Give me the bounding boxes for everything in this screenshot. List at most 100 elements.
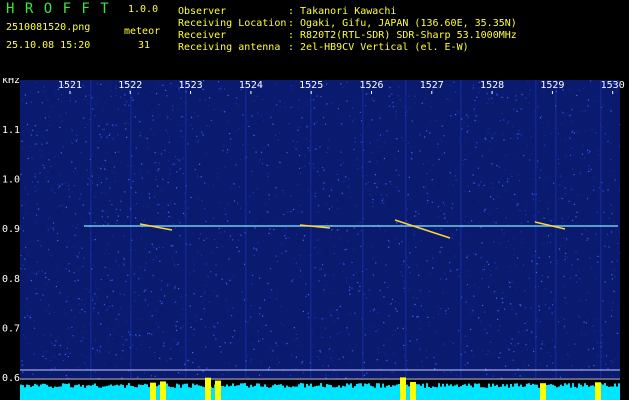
noise-speck bbox=[30, 134, 33, 136]
noise-speck bbox=[485, 138, 487, 141]
noise-speck bbox=[326, 103, 328, 105]
noise-speck bbox=[509, 173, 512, 175]
noise-speck bbox=[167, 203, 169, 205]
noise-speck bbox=[82, 204, 84, 206]
noise-speck bbox=[96, 83, 98, 85]
noise-speck bbox=[149, 311, 151, 313]
noise-speck bbox=[352, 107, 354, 109]
noise-speck bbox=[276, 345, 278, 347]
noise-speck bbox=[199, 163, 201, 165]
level-spike bbox=[592, 385, 594, 390]
noise-speck bbox=[250, 359, 252, 361]
noise-speck bbox=[224, 111, 226, 113]
noise-speck bbox=[36, 82, 38, 84]
noise-speck bbox=[183, 201, 185, 203]
noise-speck bbox=[401, 241, 403, 243]
noise-speck bbox=[528, 93, 530, 95]
noise-speck bbox=[65, 206, 67, 208]
noise-speck bbox=[391, 93, 393, 95]
noise-speck bbox=[84, 362, 86, 364]
noise-speck bbox=[59, 185, 61, 187]
noise-speck bbox=[236, 97, 238, 99]
noise-speck bbox=[228, 362, 230, 364]
noise-speck bbox=[25, 102, 28, 104]
noise-speck bbox=[384, 281, 386, 284]
noise-speck bbox=[193, 264, 196, 266]
noise-speck bbox=[611, 375, 613, 377]
noise-speck bbox=[263, 119, 265, 122]
noise-speck bbox=[507, 178, 509, 180]
noise-speck bbox=[323, 289, 325, 291]
noise-speck bbox=[189, 124, 191, 126]
noise-speck bbox=[247, 120, 249, 122]
noise-speck bbox=[212, 252, 214, 254]
noise-speck bbox=[360, 245, 362, 247]
noise-speck bbox=[149, 346, 151, 349]
noise-speck bbox=[532, 194, 534, 196]
level-spike bbox=[390, 386, 392, 390]
level-spike bbox=[554, 385, 556, 390]
noise-speck bbox=[512, 237, 514, 239]
noise-speck bbox=[26, 298, 28, 300]
noise-speck bbox=[308, 316, 310, 319]
noise-speck bbox=[509, 137, 512, 139]
level-spike bbox=[212, 387, 214, 390]
noise-speck bbox=[131, 263, 134, 265]
noise-speck bbox=[68, 184, 70, 187]
noise-speck bbox=[383, 296, 385, 298]
noise-speck bbox=[440, 246, 442, 249]
noise-speck bbox=[201, 301, 203, 303]
noise-speck bbox=[395, 238, 398, 240]
noise-speck bbox=[154, 307, 156, 309]
level-spike bbox=[90, 385, 92, 390]
noise-speck bbox=[77, 269, 79, 271]
level-spike bbox=[568, 383, 570, 390]
level-spike bbox=[518, 386, 520, 390]
noise-streak bbox=[600, 80, 602, 378]
noise-speck bbox=[501, 297, 503, 300]
noise-speck bbox=[197, 251, 199, 253]
noise-speck bbox=[316, 350, 318, 352]
noise-speck bbox=[442, 246, 444, 248]
noise-speck bbox=[392, 101, 394, 104]
noise-speck bbox=[301, 362, 303, 364]
noise-speck bbox=[54, 311, 56, 314]
noise-speck bbox=[439, 251, 441, 253]
noise-speck bbox=[579, 301, 581, 303]
noise-speck bbox=[204, 208, 206, 210]
noise-speck bbox=[151, 91, 153, 93]
noise-speck bbox=[225, 299, 227, 301]
noise-speck bbox=[230, 138, 232, 140]
noise-speck bbox=[364, 333, 366, 335]
noise-speck bbox=[510, 281, 512, 283]
noise-speck bbox=[409, 106, 411, 108]
noise-speck bbox=[346, 100, 348, 102]
noise-speck bbox=[325, 374, 327, 376]
noise-speck bbox=[174, 264, 176, 266]
level-spike bbox=[40, 384, 42, 390]
noise-speck bbox=[169, 124, 172, 126]
noise-speck bbox=[51, 105, 53, 107]
noise-streak bbox=[460, 80, 462, 378]
level-spike bbox=[20, 384, 22, 390]
noise-speck bbox=[619, 252, 621, 254]
noise-speck bbox=[376, 186, 378, 188]
noise-speck bbox=[115, 260, 117, 262]
noise-speck bbox=[224, 166, 226, 168]
level-spike bbox=[480, 387, 482, 390]
noise-speck bbox=[429, 132, 431, 134]
noise-speck bbox=[170, 199, 172, 201]
noise-speck bbox=[344, 180, 346, 182]
noise-speck bbox=[166, 360, 168, 362]
noise-speck bbox=[315, 191, 317, 193]
noise-speck bbox=[126, 101, 128, 103]
level-spike bbox=[548, 384, 550, 390]
noise-speck bbox=[107, 216, 109, 218]
noise-speck bbox=[118, 313, 120, 315]
noise-speck bbox=[388, 105, 391, 107]
noise-speck bbox=[455, 299, 457, 301]
noise-speck bbox=[411, 120, 413, 122]
noise-speck bbox=[53, 229, 55, 231]
noise-speck bbox=[517, 342, 519, 345]
noise-speck bbox=[569, 137, 571, 139]
